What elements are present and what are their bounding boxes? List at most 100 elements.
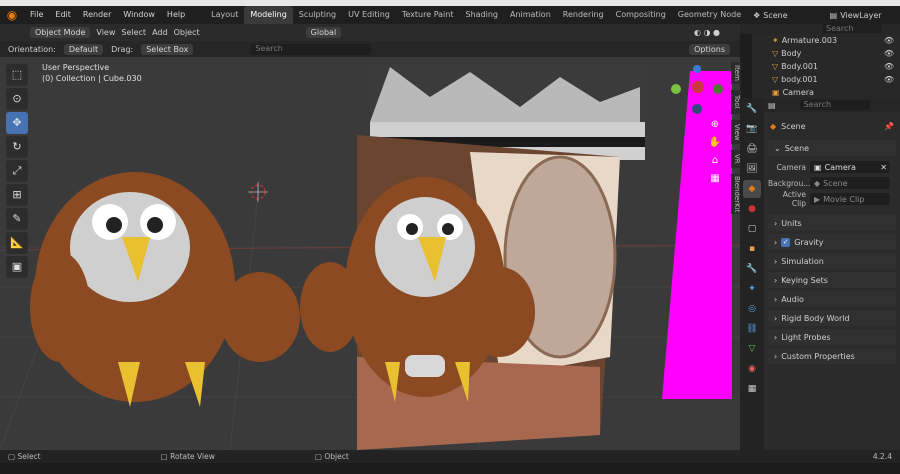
viewlayer-name: ViewLayer <box>840 10 882 20</box>
status-rotate: ▢ Rotate View <box>160 452 215 461</box>
active-clip-field[interactable]: ▶ Movie Clip <box>810 193 890 205</box>
menu-render[interactable]: Render <box>77 6 117 24</box>
add-cube-tool-icon[interactable]: ▣ <box>6 256 28 278</box>
os-taskbar <box>0 463 900 474</box>
section-rigid-body-world[interactable]: › Rigid Body World <box>768 310 896 326</box>
section-gravity[interactable]: › ✓ Gravity <box>768 234 896 250</box>
camera-row: Camera ▣ Camera ✕ <box>764 159 900 175</box>
data-props-icon[interactable]: ▽ <box>743 340 761 358</box>
object-props-icon[interactable]: ▪ <box>743 240 761 258</box>
section-light-probes[interactable]: › Light Probes <box>768 329 896 345</box>
section-units[interactable]: › Units <box>768 215 896 231</box>
scale-tool-icon[interactable]: ⤢ <box>6 160 28 182</box>
options-button[interactable]: Options <box>689 43 730 55</box>
section-custom-properties[interactable]: › Custom Properties <box>768 348 896 364</box>
world-props-icon[interactable]: ● <box>743 200 761 218</box>
top-menubar: ◉ File Edit Render Window Help Layout Mo… <box>0 6 900 24</box>
view-layer-props-icon[interactable]: 🖼 <box>743 160 761 178</box>
tool-header: Orientation: Default Drag: Select Box Se… <box>0 41 740 57</box>
menu-add[interactable]: Add <box>152 28 168 37</box>
viewlayer-selector[interactable]: ▤ ViewLayer <box>830 11 882 20</box>
material-props-icon[interactable]: ◉ <box>743 360 761 378</box>
active-clip-row: Active Clip ▶ Movie Clip <box>764 190 900 208</box>
outliner-item[interactable]: ▽ body.001 👁 <box>752 73 900 86</box>
status-bar: ▢ Select ▢ Rotate View ▢ Object 4.2.4 <box>0 450 900 463</box>
physics-props-icon[interactable]: ◎ <box>743 300 761 318</box>
cursor-tool-icon[interactable]: ⊙ <box>6 88 28 110</box>
section-simulation[interactable]: › Simulation <box>768 253 896 269</box>
tab-rendering[interactable]: Rendering <box>557 6 610 24</box>
rotate-tool-icon[interactable]: ↻ <box>6 136 28 158</box>
orientation-dropdown[interactable]: Default <box>63 43 104 55</box>
transform-orientation-dropdown[interactable]: Global <box>305 27 342 38</box>
drag-dropdown[interactable]: Select Box <box>141 43 194 55</box>
viewport-shading-icon[interactable]: ◐ ◑ ● <box>694 28 720 37</box>
camera-field[interactable]: ▣ Camera ✕ <box>810 161 890 173</box>
menu-window[interactable]: Window <box>117 6 161 24</box>
tab-animation[interactable]: Animation <box>504 6 557 24</box>
tab-sculpting[interactable]: Sculpting <box>293 6 342 24</box>
constraints-props-icon[interactable]: ⛓ <box>743 320 761 338</box>
tool-props-icon[interactable]: 🔧 <box>743 100 761 118</box>
texture-props-icon[interactable]: ▦ <box>743 380 761 398</box>
section-keying-sets[interactable]: › Keying Sets <box>768 272 896 288</box>
tab-geometry-nodes[interactable]: Geometry Node <box>672 6 747 24</box>
annotate-tool-icon[interactable]: ✎ <box>6 208 28 230</box>
orientation-label: Orientation: <box>8 44 56 54</box>
menu-edit[interactable]: Edit <box>49 6 77 24</box>
collection-props-icon[interactable]: ▢ <box>743 220 761 238</box>
3d-viewport[interactable]: User Perspective (0) Collection | Cube.0… <box>0 57 740 450</box>
visibility-eye-icon[interactable]: 👁 <box>884 62 894 71</box>
menu-object[interactable]: Object <box>174 28 200 37</box>
editor-type-icon[interactable]: ▤ <box>768 101 776 110</box>
pan-hand-icon[interactable]: ✋ <box>707 137 723 155</box>
mode-dropdown[interactable]: Object Mode <box>30 27 91 38</box>
render-props-icon[interactable]: 📷 <box>743 120 761 138</box>
select-box-tool-icon[interactable]: ⬚ <box>6 64 28 86</box>
modifier-props-icon[interactable]: 🔧 <box>743 260 761 278</box>
zoom-icon[interactable]: ⊕ <box>707 119 723 137</box>
chevron-right-icon: › <box>774 332 778 342</box>
visibility-eye-icon[interactable]: 👁 <box>884 36 894 45</box>
scene-context-icon: ◆ <box>770 121 777 131</box>
section-scene[interactable]: ⌄ Scene <box>768 140 896 156</box>
section-audio[interactable]: › Audio <box>768 291 896 307</box>
move-tool-icon[interactable]: ✥ <box>6 112 28 134</box>
chevron-right-icon: › <box>774 275 778 285</box>
blender-logo-icon[interactable]: ◉ <box>4 7 20 23</box>
sidebar-tab-item[interactable]: Item <box>731 62 741 84</box>
tab-texture-paint[interactable]: Texture Paint <box>396 6 460 24</box>
tab-layout[interactable]: Layout <box>205 6 244 24</box>
outliner-item[interactable]: ✶ Armature.003 👁 <box>752 34 900 47</box>
menu-view[interactable]: View <box>96 28 115 37</box>
outliner-item[interactable]: ▽ Body.001 👁 <box>752 60 900 73</box>
menu-file[interactable]: File <box>24 6 49 24</box>
properties-search-input[interactable]: Search <box>799 100 870 110</box>
scene-props-icon[interactable]: ◆ <box>743 180 761 198</box>
menu-help[interactable]: Help <box>161 6 191 24</box>
camera-view-icon[interactable]: ⌂ <box>707 155 723 173</box>
visibility-eye-icon[interactable]: 👁 <box>884 75 894 84</box>
tool-search-input[interactable]: Search <box>251 43 372 55</box>
tab-uv-editing[interactable]: UV Editing <box>342 6 396 24</box>
outliner-search-input[interactable]: Search <box>822 24 882 33</box>
tab-modeling[interactable]: Modeling <box>244 6 293 24</box>
menu-select[interactable]: Select <box>121 28 146 37</box>
visibility-eye-icon[interactable]: 👁 <box>884 49 894 58</box>
background-scene-field[interactable]: ◆ Scene <box>810 177 890 189</box>
transform-tool-icon[interactable]: ⊞ <box>6 184 28 206</box>
gravity-checkbox[interactable]: ✓ <box>781 237 791 247</box>
measure-tool-icon[interactable]: 📐 <box>6 232 28 254</box>
close-icon[interactable]: ✕ <box>880 163 887 172</box>
pin-icon[interactable]: 📌 <box>884 122 894 131</box>
tab-compositing[interactable]: Compositing <box>610 6 672 24</box>
mesh-icon: ▽ <box>772 49 779 58</box>
output-props-icon[interactable]: 🖨 <box>743 140 761 158</box>
ortho-grid-icon[interactable]: ▦ <box>707 173 723 191</box>
scene-selector[interactable]: ❖ Scene <box>753 11 788 20</box>
movie-clip-icon: ▶ <box>814 194 821 204</box>
tab-shading[interactable]: Shading <box>459 6 504 24</box>
outliner-item[interactable]: ▽ Body 👁 <box>752 47 900 60</box>
scene-icon: ◆ <box>814 178 821 188</box>
particles-props-icon[interactable]: ✦ <box>743 280 761 298</box>
